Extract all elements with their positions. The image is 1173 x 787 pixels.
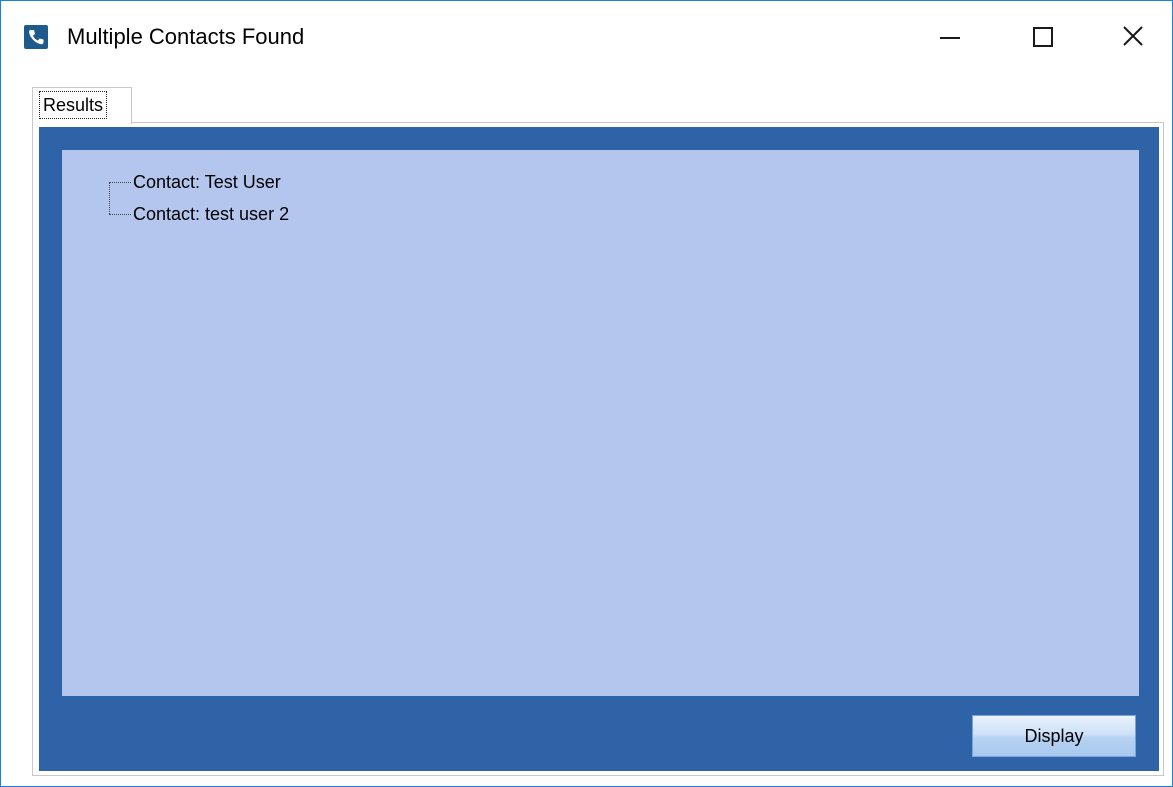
maximize-button[interactable]: [996, 1, 1088, 73]
tree-item-contact[interactable]: Contact: test user 2: [133, 203, 289, 225]
tree-branch: [109, 214, 131, 215]
dialog-window: Multiple Contacts Found Results Contact:…: [0, 0, 1173, 787]
tab-results[interactable]: Results: [32, 87, 132, 124]
minimize-button[interactable]: [904, 1, 996, 73]
close-icon: [1123, 26, 1143, 46]
maximize-icon: [1033, 27, 1053, 47]
results-panel-background: Contact: Test User Contact: test user 2 …: [39, 127, 1159, 771]
results-tree[interactable]: Contact: Test User Contact: test user 2: [62, 150, 1139, 696]
window-title: Multiple Contacts Found: [67, 24, 305, 49]
results-tab-panel: Contact: Test User Contact: test user 2 …: [32, 122, 1164, 776]
close-button[interactable]: [1088, 1, 1173, 73]
display-button[interactable]: Display: [972, 715, 1136, 757]
tab-results-label: Results: [39, 91, 108, 119]
phone-icon: [24, 25, 48, 49]
tree-connector: [109, 182, 110, 214]
tree-item-contact[interactable]: Contact: Test User: [133, 171, 281, 193]
minimize-icon: [940, 37, 960, 39]
tree-branch: [109, 182, 131, 183]
title-bar[interactable]: Multiple Contacts Found: [1, 1, 1172, 75]
